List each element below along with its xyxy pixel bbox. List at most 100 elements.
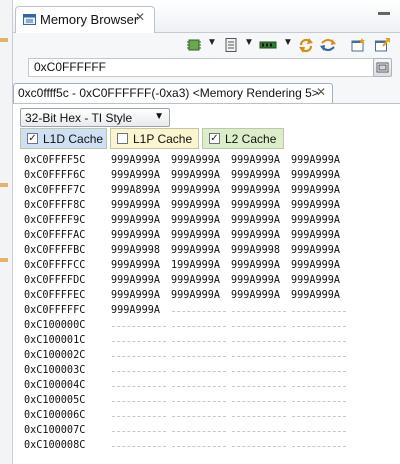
memory-word[interactable]: 999A999A xyxy=(291,288,340,303)
memory-word[interactable]: 999A999A xyxy=(171,168,220,183)
memory-word[interactable]: 999A999A xyxy=(291,258,340,273)
cache-option-l2[interactable]: ✓ L2 Cache xyxy=(202,128,284,149)
empty-word-placeholder xyxy=(232,431,286,432)
memory-row: 0xC0FFFFEC 999A999A 999A999A 999A999A 999A99… xyxy=(24,288,394,303)
empty-word-placeholder xyxy=(292,401,346,402)
format-select[interactable]: 32-Bit Hex - TI Style ▼ xyxy=(20,108,170,127)
memory-table: 0xC0FFFF5C 999A999A 999A999A 999A999A 999A99… xyxy=(24,153,394,453)
rendering-tab-title: 0xc0ffff5c - 0xC0FFFFFF(-0xa3) <Memory R… xyxy=(18,86,319,100)
memory-word[interactable]: 999A999A xyxy=(171,153,220,168)
dropdown-arrow-icon[interactable]: ▼ xyxy=(244,37,254,48)
export-icon[interactable] xyxy=(374,37,390,53)
memory-address: 0xC0FFFF5C xyxy=(24,155,86,166)
memory-word[interactable]: 999A999A xyxy=(111,168,160,183)
empty-word-placeholder xyxy=(112,446,166,447)
memory-row: 0xC100003C xyxy=(24,363,394,378)
memory-word[interactable]: 999A999A xyxy=(231,198,280,213)
memory-word[interactable]: 999A999A xyxy=(291,183,340,198)
left-panel-edge xyxy=(0,0,13,464)
empty-word-placeholder xyxy=(292,371,346,372)
memory-row: 0xC100001C xyxy=(24,333,394,348)
memory-word[interactable]: 999A999A xyxy=(291,168,340,183)
memory-address: 0xC100004C xyxy=(24,380,86,391)
chip-icon[interactable] xyxy=(186,37,202,53)
memory-row: 0xC100002C xyxy=(24,348,394,363)
memory-address: 0xC0FFFFFC xyxy=(24,305,86,316)
toolbar: ▼ ▼ ▼ xyxy=(13,34,400,56)
memory-word[interactable]: 999A999A xyxy=(171,213,220,228)
memory-word[interactable]: 999A999A xyxy=(171,198,220,213)
memory-address: 0xC0FFFF8C xyxy=(24,200,86,211)
memory-word[interactable]: 999A999A xyxy=(111,198,160,213)
memory-word[interactable]: 999A999A xyxy=(111,258,160,273)
memory-word[interactable]: 999A999A xyxy=(231,228,280,243)
minimize-icon[interactable] xyxy=(378,12,390,15)
memory-address: 0xC100008C xyxy=(24,440,86,451)
memory-word[interactable]: 999A999A xyxy=(291,153,340,168)
memory-word[interactable]: 999A999A xyxy=(231,213,280,228)
empty-word-placeholder xyxy=(292,311,346,312)
memory-word[interactable]: 999A999A xyxy=(171,243,220,258)
empty-word-placeholder xyxy=(172,416,226,417)
close-icon[interactable]: ✕ xyxy=(316,85,326,99)
memory-row: 0xC100000C xyxy=(24,318,394,333)
empty-word-placeholder xyxy=(172,341,226,342)
cache-checkbox-l1d[interactable]: ✓ xyxy=(27,133,38,144)
sync-icon[interactable] xyxy=(319,37,337,53)
memory-word[interactable]: 999A999A xyxy=(291,243,340,258)
empty-word-placeholder xyxy=(232,371,286,372)
memory-word[interactable]: 999A999A xyxy=(171,183,220,198)
memory-browser-icon xyxy=(23,14,36,25)
memory-word[interactable]: 999A999A xyxy=(291,228,340,243)
view-tab-memory-browser[interactable]: Memory Browser ✕ xyxy=(15,6,155,33)
memory-rendering: 32-Bit Hex - TI Style ▼ ✓ L1D Cache L1P … xyxy=(13,104,400,464)
memory-word[interactable]: 999A999A xyxy=(111,213,160,228)
refresh-icon[interactable] xyxy=(297,37,315,53)
memory-word[interactable]: 999A999A xyxy=(171,288,220,303)
memory-word[interactable]: 999A999A xyxy=(231,153,280,168)
memory-card-icon[interactable] xyxy=(223,37,239,53)
memory-stick-icon[interactable] xyxy=(259,37,277,53)
memory-word[interactable]: 999A899A xyxy=(111,183,160,198)
rendering-tab[interactable]: 0xc0ffff5c - 0xC0FFFFFF(-0xa3) <Memory R… xyxy=(13,83,333,103)
empty-word-placeholder xyxy=(292,326,346,327)
cache-checkbox-l1p[interactable] xyxy=(117,133,128,144)
memory-word[interactable]: 999A999A xyxy=(231,183,280,198)
memory-word[interactable]: 999A999A xyxy=(111,153,160,168)
memory-address: 0xC0FFFF7C xyxy=(24,185,86,196)
cache-option-l1p[interactable]: L1P Cache xyxy=(110,128,199,149)
cache-checkbox-l2[interactable]: ✓ xyxy=(209,133,220,144)
memory-word[interactable]: 999A999A xyxy=(111,228,160,243)
memory-word[interactable]: 999A999A xyxy=(291,213,340,228)
memory-address: 0xC100005C xyxy=(24,395,86,406)
memory-row: 0xC100007C xyxy=(24,423,394,438)
memory-word[interactable]: 999A999A xyxy=(291,273,340,288)
memory-word[interactable]: 999A999A xyxy=(111,303,160,318)
memory-row: 0xC100005C xyxy=(24,393,394,408)
memory-address: 0xC0FFFFEC xyxy=(24,290,86,301)
memory-word[interactable]: 999A999A xyxy=(171,273,220,288)
memory-word[interactable]: 999A999A xyxy=(231,168,280,183)
cache-option-l1d[interactable]: ✓ L1D Cache xyxy=(20,128,107,149)
memory-word[interactable]: 199A999A xyxy=(171,258,220,273)
memory-word[interactable]: 999A9998 xyxy=(111,243,160,258)
address-bar xyxy=(13,58,400,82)
new-rendering-icon[interactable] xyxy=(350,37,366,53)
memory-word[interactable]: 999A999A xyxy=(171,228,220,243)
memory-word[interactable]: 999A999A xyxy=(231,288,280,303)
dropdown-arrow-icon[interactable]: ▼ xyxy=(283,37,293,48)
memory-word[interactable]: 999A999A xyxy=(111,273,160,288)
memory-row: 0xC100004C xyxy=(24,378,394,393)
address-input[interactable] xyxy=(28,58,374,77)
memory-word[interactable]: 999A999A xyxy=(291,198,340,213)
memory-word[interactable]: 999A999A xyxy=(231,273,280,288)
memory-word[interactable]: 999A999A xyxy=(231,258,280,273)
dropdown-arrow-icon[interactable]: ▼ xyxy=(207,37,217,48)
close-icon[interactable]: ✕ xyxy=(135,10,145,24)
empty-word-placeholder xyxy=(112,401,166,402)
memory-browser-view: Memory Browser ✕ ▼ ▼ ▼ 0xC0FFFFFF 0xc0ff… xyxy=(13,0,400,464)
memory-word[interactable]: 999A9998 xyxy=(231,243,280,258)
memory-address: 0xC100006C xyxy=(24,410,86,421)
go-button[interactable] xyxy=(373,58,392,77)
memory-word[interactable]: 999A999A xyxy=(111,288,160,303)
